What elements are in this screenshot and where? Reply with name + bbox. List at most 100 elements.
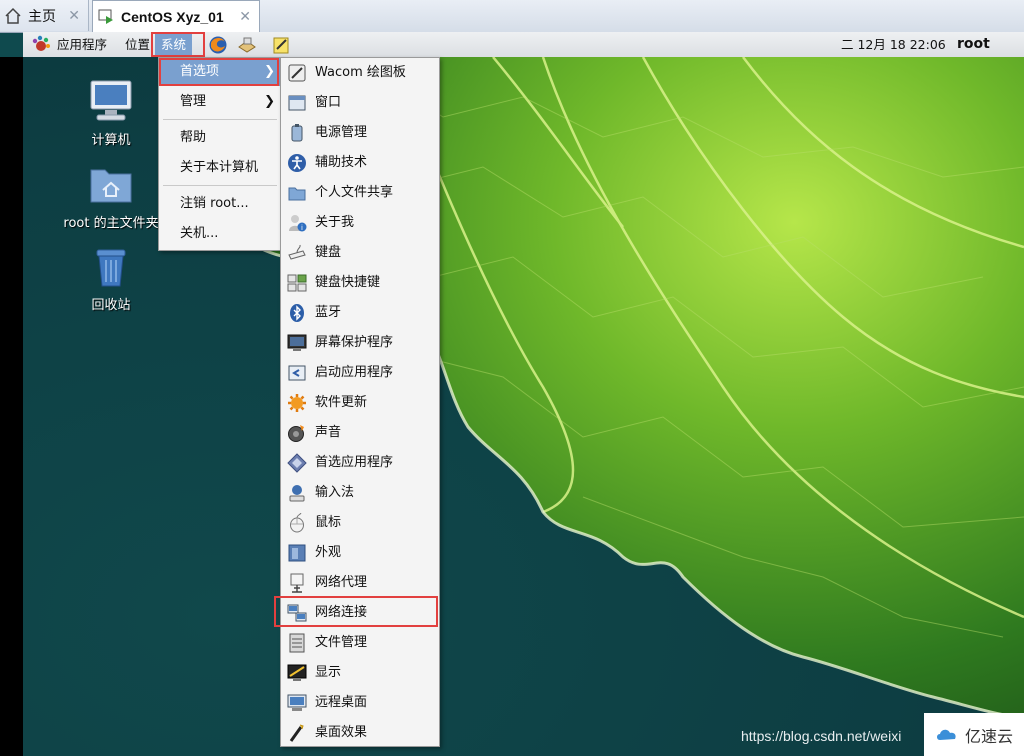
watermark-brand: 亿速云	[924, 713, 1024, 756]
submenu-item-mouse[interactable]: 鼠标	[281, 508, 439, 538]
submenu-item-accessibility[interactable]: 辅助技术	[281, 148, 439, 178]
submenu-item-remote-desktop[interactable]: 远程桌面	[281, 688, 439, 718]
remote-desktop-icon	[287, 694, 307, 711]
tab-home-label: 主页	[28, 8, 56, 25]
submenu-item-label: 软件更新	[315, 395, 368, 410]
submenu-item-label: 关于我	[315, 215, 355, 230]
window-icon	[288, 95, 306, 111]
display-icon	[287, 664, 307, 681]
submenu-item-screensaver[interactable]: 屏幕保护程序	[281, 328, 439, 358]
close-icon[interactable]: ✕	[239, 9, 251, 25]
menu-item-label: 帮助	[180, 130, 207, 145]
firefox-icon[interactable]	[208, 35, 228, 55]
mail-client-icon[interactable]	[237, 35, 257, 55]
submenu-item-keyboard-shortcuts[interactable]: 键盘快捷键	[281, 268, 439, 298]
submenu-item-about-me[interactable]: i 关于我	[281, 208, 439, 238]
preferences-submenu: Wacom 绘图板 窗口 电源管理 辅助技术 个人文件共享 i 关于我 键盘 键…	[280, 57, 440, 747]
submenu-item-power[interactable]: 电源管理	[281, 118, 439, 148]
submenu-item-label: 显示	[315, 665, 342, 680]
menu-item-about-computer[interactable]: 关于本计算机	[159, 154, 281, 182]
submenu-item-window[interactable]: 窗口	[281, 88, 439, 118]
appearance-icon	[288, 544, 306, 562]
submenu-item-startup-apps[interactable]: 启动应用程序	[281, 358, 439, 388]
top-panel: 应用程序 位置 系统 二 12月 18 22:06 root	[23, 32, 1024, 58]
submenu-item-input-method[interactable]: 输入法	[281, 478, 439, 508]
submenu-item-software-update[interactable]: 软件更新	[281, 388, 439, 418]
submenu-item-appearance[interactable]: 外观	[281, 538, 439, 568]
submenu-item-network-proxy[interactable]: 网络代理	[281, 568, 439, 598]
submenu-item-label: 启动应用程序	[315, 365, 394, 380]
desktop-icon-computer[interactable]: 计算机	[56, 79, 166, 148]
submenu-item-wacom[interactable]: Wacom 绘图板	[281, 58, 439, 88]
submenu-item-display[interactable]: 显示	[281, 658, 439, 688]
submenu-item-bluetooth[interactable]: 蓝牙	[281, 298, 439, 328]
highlight-box-network-connections	[274, 596, 438, 627]
desktop-icon-label: 计算机	[91, 133, 131, 148]
submenu-item-label: 键盘	[315, 245, 342, 260]
tab-vm[interactable]: CentOS Xyz_01 ✕	[92, 0, 260, 33]
startup-apps-icon	[288, 365, 306, 381]
power-icon	[291, 124, 303, 142]
menu-item-administration[interactable]: 管理 ❯	[159, 88, 281, 116]
panel-user[interactable]: root	[957, 32, 990, 57]
submenu-item-desktop-effects[interactable]: 桌面效果	[281, 718, 439, 748]
submenu-item-keyboard[interactable]: 键盘	[281, 238, 439, 268]
mouse-icon	[290, 513, 304, 533]
chevron-right-icon: ❯	[264, 94, 275, 109]
panel-clock[interactable]: 二 12月 18 22:06	[841, 32, 946, 57]
menu-item-logout[interactable]: 注销 root...	[159, 190, 281, 218]
tab-home[interactable]: 主页 ✕	[0, 0, 89, 31]
home-folder-icon	[90, 169, 132, 203]
gnome-foot-icon	[32, 35, 50, 51]
desktop-icon-label: root 的主文件夹	[63, 216, 159, 231]
text-editor-icon[interactable]	[271, 35, 291, 55]
input-method-icon	[289, 485, 305, 502]
file-management-icon	[289, 633, 305, 653]
sound-icon	[288, 425, 304, 442]
left-black-strip	[0, 57, 23, 756]
bluetooth-icon	[290, 304, 304, 322]
close-icon[interactable]: ✕	[68, 8, 80, 24]
desktop-effects-icon	[289, 724, 304, 742]
watermark-brand-label: 亿速云	[964, 726, 1013, 746]
system-menu-dropdown: 首选项 ❯ 管理 ❯ 帮助 关于本计算机 注销 root... 关机...	[158, 57, 282, 251]
vm-icon	[98, 9, 113, 24]
menu-item-label: 注销 root...	[180, 196, 249, 211]
screensaver-icon	[287, 334, 307, 351]
menu-item-help[interactable]: 帮助	[159, 124, 281, 152]
submenu-item-label: 窗口	[315, 95, 342, 110]
submenu-item-label: 个人文件共享	[315, 185, 394, 200]
highlight-box-system	[151, 32, 205, 57]
file-share-icon	[288, 187, 306, 201]
svg-text:i: i	[301, 224, 303, 232]
desktop-icon-home-folder[interactable]: root 的主文件夹	[56, 162, 166, 231]
menu-separator	[163, 185, 277, 186]
submenu-item-file-management[interactable]: 文件管理	[281, 628, 439, 658]
desktop-icon-trash[interactable]: 回收站	[56, 244, 166, 313]
keyboard-shortcuts-icon	[287, 274, 307, 292]
network-proxy-icon	[290, 573, 304, 593]
watermark-url: https://blog.csdn.net/weixi	[741, 728, 902, 744]
vm-tab-bar: 主页 ✕ CentOS Xyz_01 ✕	[0, 0, 1024, 33]
applications-label: 应用程序	[57, 37, 108, 52]
places-label: 位置	[125, 37, 151, 52]
submenu-item-preferred-apps[interactable]: 首选应用程序	[281, 448, 439, 478]
software-update-icon	[288, 394, 306, 412]
applications-menu[interactable]: 应用程序	[31, 32, 107, 57]
submenu-item-label: 鼠标	[315, 515, 342, 530]
keyboard-icon	[288, 244, 306, 260]
submenu-item-label: 声音	[315, 425, 342, 440]
cloud-logo-icon	[936, 729, 956, 740]
places-menu[interactable]: 位置	[125, 32, 150, 57]
submenu-item-label: 桌面效果	[315, 725, 368, 740]
submenu-item-sound[interactable]: 声音	[281, 418, 439, 448]
menu-item-shutdown[interactable]: 关机...	[159, 220, 281, 248]
wacom-tablet-icon	[288, 64, 306, 82]
home-icon	[5, 7, 21, 24]
submenu-item-label: 外观	[315, 545, 342, 560]
submenu-item-label: 文件管理	[315, 635, 368, 650]
submenu-item-file-share[interactable]: 个人文件共享	[281, 178, 439, 208]
submenu-item-label: 输入法	[315, 485, 355, 500]
tab-vm-label: CentOS Xyz_01	[121, 9, 224, 25]
menu-separator	[163, 119, 277, 120]
